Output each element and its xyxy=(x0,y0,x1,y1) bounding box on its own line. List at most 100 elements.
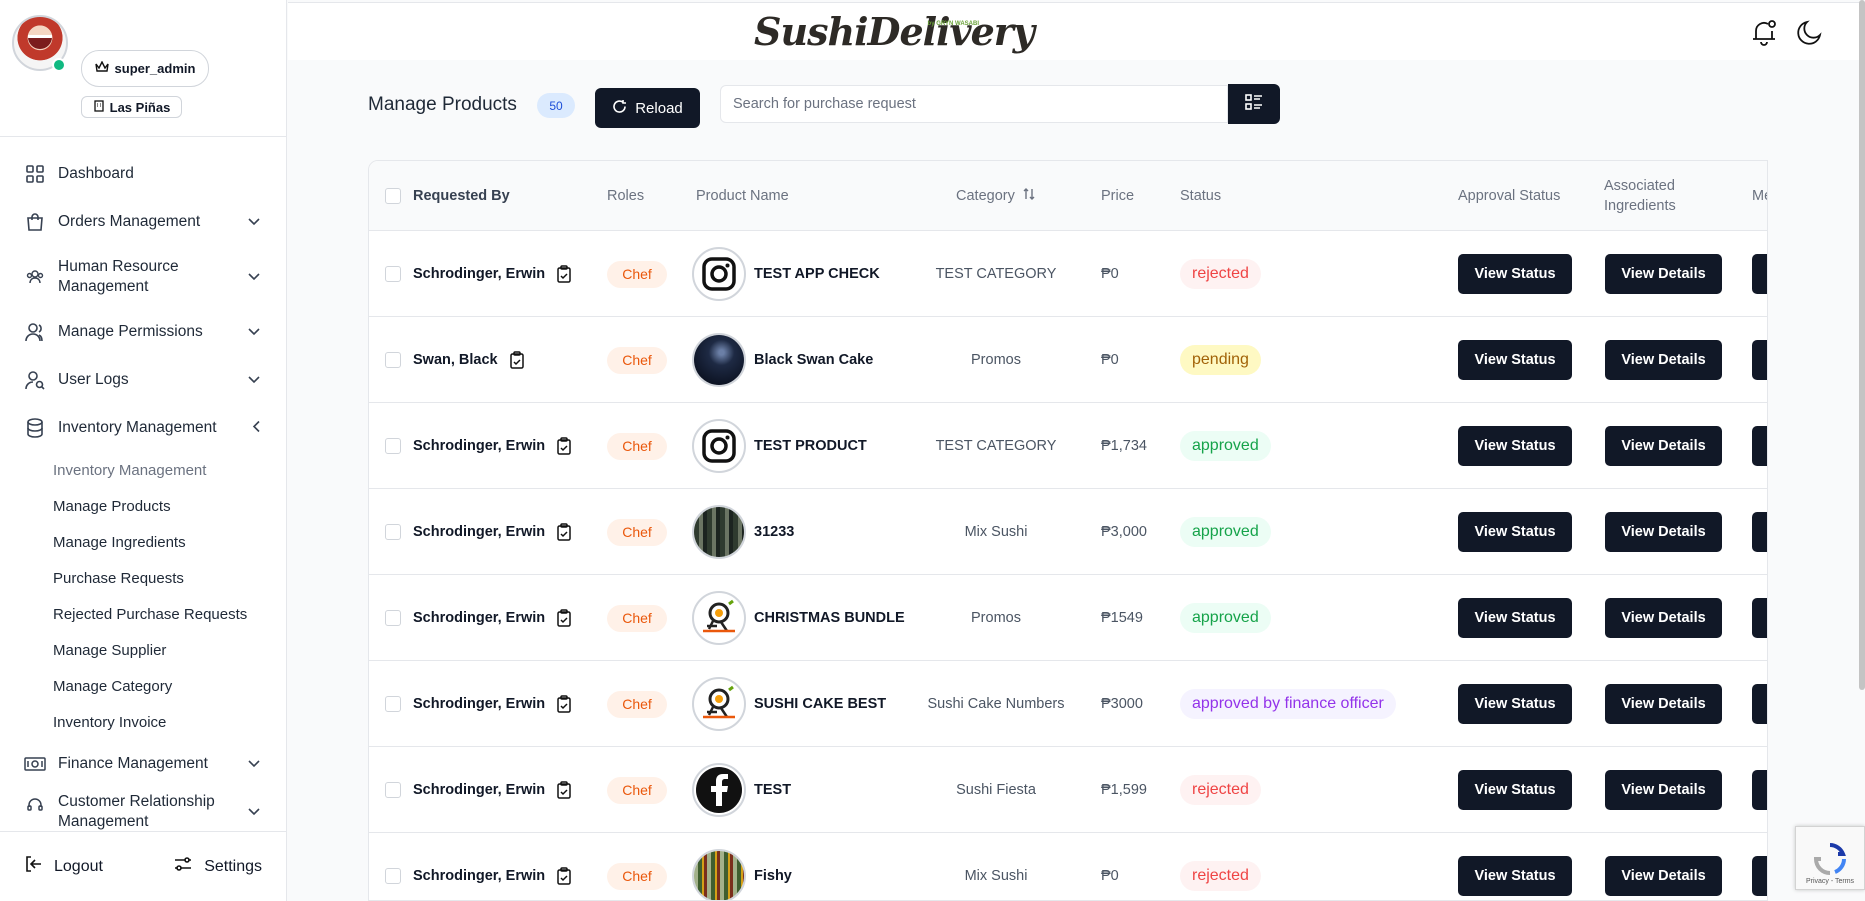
sidebar-item-user-logs[interactable]: User Logs xyxy=(0,356,286,404)
view-details-button[interactable]: View Details xyxy=(1605,684,1722,724)
row-checkbox[interactable] xyxy=(385,352,401,368)
submenu-rejected-purchase-requests[interactable]: Rejected Purchase Requests xyxy=(0,596,286,632)
more-action-button[interactable] xyxy=(1752,856,1767,896)
sidebar-item-crm[interactable]: Customer Relationship Management xyxy=(0,788,286,832)
header-category-cell[interactable]: Category xyxy=(956,161,1035,231)
select-all-checkbox[interactable] xyxy=(385,188,401,204)
clipboard-check-icon[interactable] xyxy=(555,867,573,885)
more-action-button[interactable] xyxy=(1752,340,1767,380)
recaptcha-badge[interactable]: Privacy - Terms xyxy=(1795,826,1865,890)
row-checkbox[interactable] xyxy=(385,610,401,626)
page-scrollbar[interactable] xyxy=(1859,0,1865,690)
sidebar-item-dashboard[interactable]: Dashboard xyxy=(0,150,286,198)
view-toggle-button[interactable] xyxy=(1228,84,1280,124)
price-cell: ₱3,000 xyxy=(1101,524,1147,540)
view-status-button[interactable]: View Status xyxy=(1458,598,1572,638)
clipboard-check-icon[interactable] xyxy=(555,781,573,799)
status-cell: rejected xyxy=(1180,747,1261,833)
submenu-manage-products[interactable]: Manage Products xyxy=(0,488,286,524)
row-checkbox[interactable] xyxy=(385,266,401,282)
more-action-button[interactable] xyxy=(1752,512,1767,552)
product-image[interactable] xyxy=(692,247,746,301)
view-details-button[interactable]: View Details xyxy=(1605,340,1722,380)
view-details-button[interactable]: View Details xyxy=(1605,426,1722,466)
view-details-button[interactable]: View Details xyxy=(1605,770,1722,810)
product-image[interactable] xyxy=(692,591,746,645)
branch-pill[interactable]: Las Piñas xyxy=(81,96,182,118)
sidebar-item-inventory[interactable]: Inventory Management xyxy=(0,404,286,452)
product-image[interactable] xyxy=(692,419,746,473)
view-details-button[interactable]: View Details xyxy=(1605,856,1722,896)
role-label: super_admin xyxy=(114,61,196,76)
row-checkbox[interactable] xyxy=(385,782,401,798)
brand-logo[interactable]: SushiDelivery by GRYN WASABI xyxy=(754,5,1035,59)
clipboard-check-icon[interactable] xyxy=(508,351,526,369)
clipboard-check-icon[interactable] xyxy=(555,609,573,627)
more-cell xyxy=(1752,747,1767,833)
status-cell: rejected xyxy=(1180,231,1261,317)
reload-button[interactable]: Reload xyxy=(595,88,700,128)
product-image[interactable] xyxy=(692,677,746,731)
view-status-button[interactable]: View Status xyxy=(1458,770,1572,810)
view-details-button[interactable]: View Details xyxy=(1605,598,1722,638)
logout-label: Logout xyxy=(54,857,103,875)
search-input[interactable] xyxy=(720,85,1228,123)
row-checkbox[interactable] xyxy=(385,524,401,540)
sidebar-item-orders[interactable]: Orders Management xyxy=(0,198,286,246)
view-status-button[interactable]: View Status xyxy=(1458,426,1572,466)
row-checkbox[interactable] xyxy=(385,696,401,712)
chevron-left-icon xyxy=(252,420,260,436)
view-status-button[interactable]: View Status xyxy=(1458,512,1572,552)
header-approval-status: Approval Status xyxy=(1458,188,1561,204)
view-details-button[interactable]: View Details xyxy=(1605,254,1722,294)
more-action-button[interactable] xyxy=(1752,770,1767,810)
row-checkbox[interactable] xyxy=(385,868,401,884)
approval-status-cell: View Status xyxy=(1458,661,1572,747)
product-image[interactable] xyxy=(692,763,746,817)
view-status-button[interactable]: View Status xyxy=(1458,340,1572,380)
settings-button[interactable]: Settings xyxy=(174,855,262,878)
more-cell xyxy=(1752,833,1767,900)
clipboard-check-icon[interactable] xyxy=(555,437,573,455)
submenu-purchase-requests[interactable]: Purchase Requests xyxy=(0,560,286,596)
product-name: TEST APP CHECK xyxy=(754,266,880,282)
view-status-button[interactable]: View Status xyxy=(1458,856,1572,896)
view-details-button[interactable]: View Details xyxy=(1605,512,1722,552)
sort-icon[interactable] xyxy=(1023,187,1035,205)
view-status-button[interactable]: View Status xyxy=(1458,684,1572,724)
product-image[interactable] xyxy=(692,505,746,559)
submenu-manage-category[interactable]: Manage Category xyxy=(0,668,286,704)
select-all-cell xyxy=(385,161,401,231)
logout-button[interactable]: Logout xyxy=(24,855,103,878)
more-action-button[interactable] xyxy=(1752,684,1767,724)
sidebar-item-hr[interactable]: Human Resource Management xyxy=(0,246,286,308)
chevron-down-icon xyxy=(248,215,260,229)
approval-status-cell: View Status xyxy=(1458,231,1572,317)
more-cell xyxy=(1752,489,1767,575)
dark-mode-moon-icon[interactable] xyxy=(1795,17,1825,47)
notification-bell-icon[interactable] xyxy=(1749,17,1779,47)
more-action-button[interactable] xyxy=(1752,598,1767,638)
clipboard-check-icon[interactable] xyxy=(555,265,573,283)
clipboard-check-icon[interactable] xyxy=(555,695,573,713)
product-image[interactable] xyxy=(692,849,746,900)
grid-icon xyxy=(24,163,46,185)
submenu-inventory-management[interactable]: Inventory Management xyxy=(0,452,286,488)
product-cell: TEST xyxy=(692,747,791,833)
row-checkbox[interactable] xyxy=(385,438,401,454)
sidebar-item-finance[interactable]: Finance Management xyxy=(0,740,286,788)
submenu-inventory-invoice[interactable]: Inventory Invoice xyxy=(0,704,286,740)
submenu-manage-supplier[interactable]: Manage Supplier xyxy=(0,632,286,668)
clipboard-check-icon[interactable] xyxy=(555,523,573,541)
more-action-button[interactable] xyxy=(1752,426,1767,466)
product-image[interactable] xyxy=(692,333,746,387)
view-status-button[interactable]: View Status xyxy=(1458,254,1572,294)
approval-status-cell: View Status xyxy=(1458,575,1572,661)
submenu-manage-ingredients[interactable]: Manage Ingredients xyxy=(0,524,286,560)
role-pill[interactable]: super_admin xyxy=(81,50,209,87)
sidebar-item-permissions[interactable]: Manage Permissions xyxy=(0,308,286,356)
more-action-button[interactable] xyxy=(1752,254,1767,294)
product-cell: 31233 xyxy=(692,489,794,575)
sliders-icon xyxy=(174,855,192,878)
status-cell: approved xyxy=(1180,489,1271,575)
